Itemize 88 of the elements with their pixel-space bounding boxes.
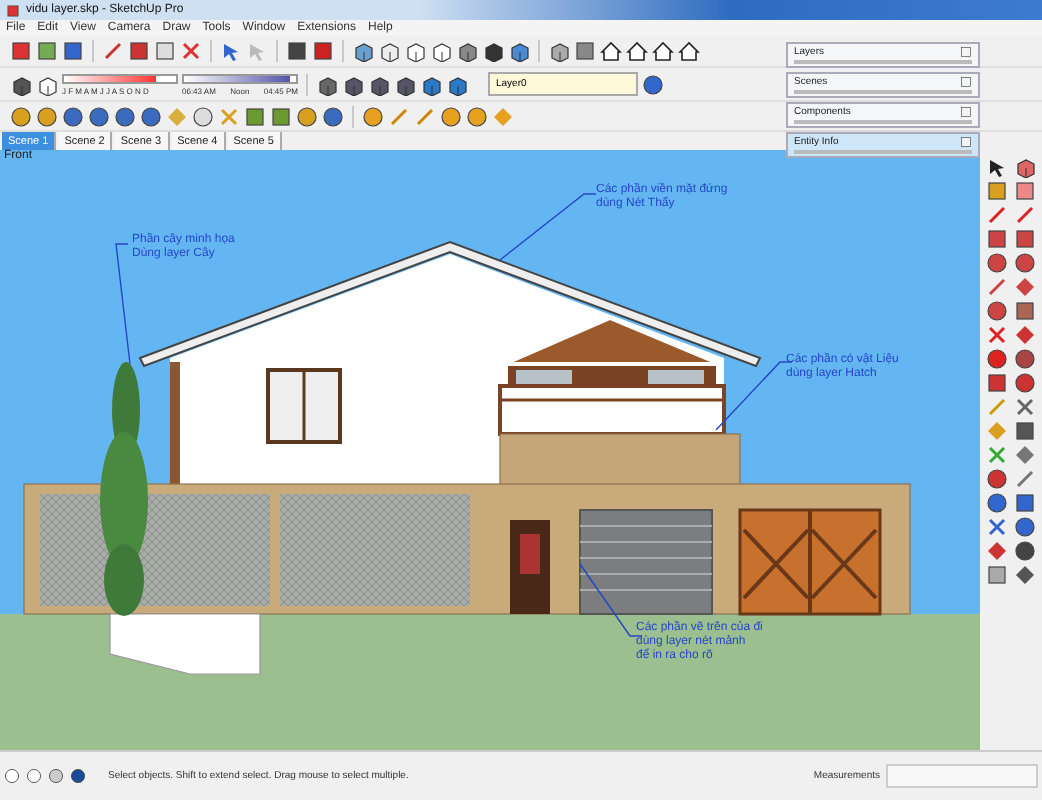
square-icon[interactable]: [986, 180, 1008, 202]
diamond-icon[interactable]: [1014, 276, 1036, 298]
circle-icon[interactable]: [296, 105, 318, 127]
circle-icon[interactable]: [192, 105, 214, 127]
circle-icon[interactable]: [36, 105, 58, 127]
circle-icon[interactable]: [1014, 372, 1036, 394]
diamond-icon[interactable]: [1014, 324, 1036, 346]
month-slider[interactable]: [62, 73, 178, 83]
house-icon[interactable]: [600, 40, 622, 62]
diamond-icon[interactable]: [986, 540, 1008, 562]
line-icon[interactable]: [986, 204, 1008, 226]
circle-icon[interactable]: [986, 492, 1008, 514]
circle-icon[interactable]: [4, 768, 20, 784]
diamond-icon[interactable]: [1014, 444, 1036, 466]
house-icon[interactable]: [626, 40, 648, 62]
circle-icon[interactable]: [642, 73, 664, 95]
square-icon[interactable]: [986, 564, 1008, 586]
cross-icon[interactable]: [986, 324, 1008, 346]
cross-icon[interactable]: [1014, 396, 1036, 418]
circle-icon[interactable]: [362, 105, 384, 127]
circle-icon[interactable]: [322, 105, 344, 127]
circle-icon[interactable]: [140, 105, 162, 127]
cube-icon[interactable]: [316, 73, 338, 95]
square-icon[interactable]: [1014, 300, 1036, 322]
diamond-icon[interactable]: [1014, 564, 1036, 586]
cube-icon[interactable]: [10, 73, 32, 95]
square-icon[interactable]: [574, 40, 596, 62]
cube-icon[interactable]: [456, 40, 478, 62]
square-icon[interactable]: [36, 40, 58, 62]
circle-icon[interactable]: [1014, 540, 1036, 562]
arrow-icon[interactable]: [986, 156, 1008, 178]
cross-icon[interactable]: [986, 516, 1008, 538]
square-icon[interactable]: [6, 3, 20, 17]
cube-icon[interactable]: [482, 40, 504, 62]
cube-icon[interactable]: [1014, 156, 1036, 178]
square-icon[interactable]: [1014, 492, 1036, 514]
square-icon[interactable]: [986, 228, 1008, 250]
circle-icon[interactable]: [1014, 252, 1036, 274]
square-icon[interactable]: [244, 105, 266, 127]
circle-icon[interactable]: [88, 105, 110, 127]
circle-icon[interactable]: [62, 105, 84, 127]
square-icon[interactable]: [1014, 228, 1036, 250]
cube-icon[interactable]: [548, 40, 570, 62]
circle-icon[interactable]: [986, 468, 1008, 490]
square-icon[interactable]: [960, 136, 972, 148]
line-icon[interactable]: [1014, 468, 1036, 490]
circle-icon[interactable]: [986, 252, 1008, 274]
circle-icon[interactable]: [986, 300, 1008, 322]
cube-icon[interactable]: [342, 73, 364, 95]
leader-line: [499, 193, 597, 261]
square-icon[interactable]: [128, 40, 150, 62]
cube-icon[interactable]: [394, 73, 416, 95]
circle-icon[interactable]: [1014, 348, 1036, 370]
square-icon[interactable]: [10, 40, 32, 62]
line-icon[interactable]: [1014, 204, 1036, 226]
house-icon[interactable]: [652, 40, 674, 62]
square-icon[interactable]: [1014, 420, 1036, 442]
circle-icon[interactable]: [10, 105, 32, 127]
square-icon[interactable]: [270, 105, 292, 127]
time-slider[interactable]: [182, 73, 298, 83]
cube-icon[interactable]: [378, 40, 400, 62]
line-icon[interactable]: [986, 276, 1008, 298]
cross-icon[interactable]: [180, 40, 202, 62]
square-icon[interactable]: [62, 40, 84, 62]
cube-icon[interactable]: [352, 40, 374, 62]
square-icon[interactable]: [1014, 180, 1036, 202]
circle-icon[interactable]: [48, 768, 64, 784]
cube-icon[interactable]: [446, 73, 468, 95]
circle-icon[interactable]: [986, 348, 1008, 370]
circle-icon[interactable]: [440, 105, 462, 127]
square-icon[interactable]: [986, 372, 1008, 394]
circle-icon[interactable]: [114, 105, 136, 127]
cube-icon[interactable]: [508, 40, 530, 62]
square-icon[interactable]: [312, 40, 334, 62]
square-icon[interactable]: [286, 40, 308, 62]
line-icon[interactable]: [102, 40, 124, 62]
circle-icon[interactable]: [70, 768, 86, 784]
circle-icon[interactable]: [26, 768, 42, 784]
circle-icon[interactable]: [1014, 516, 1036, 538]
leader-line: [115, 243, 131, 365]
cube-icon[interactable]: [368, 73, 390, 95]
house-icon[interactable]: [678, 40, 700, 62]
circle-icon[interactable]: [466, 105, 488, 127]
cube-icon[interactable]: [420, 73, 442, 95]
cube-icon[interactable]: [36, 73, 58, 95]
cube-icon[interactable]: [430, 40, 452, 62]
cube-icon[interactable]: [404, 40, 426, 62]
measurements-field[interactable]: [886, 764, 1038, 788]
